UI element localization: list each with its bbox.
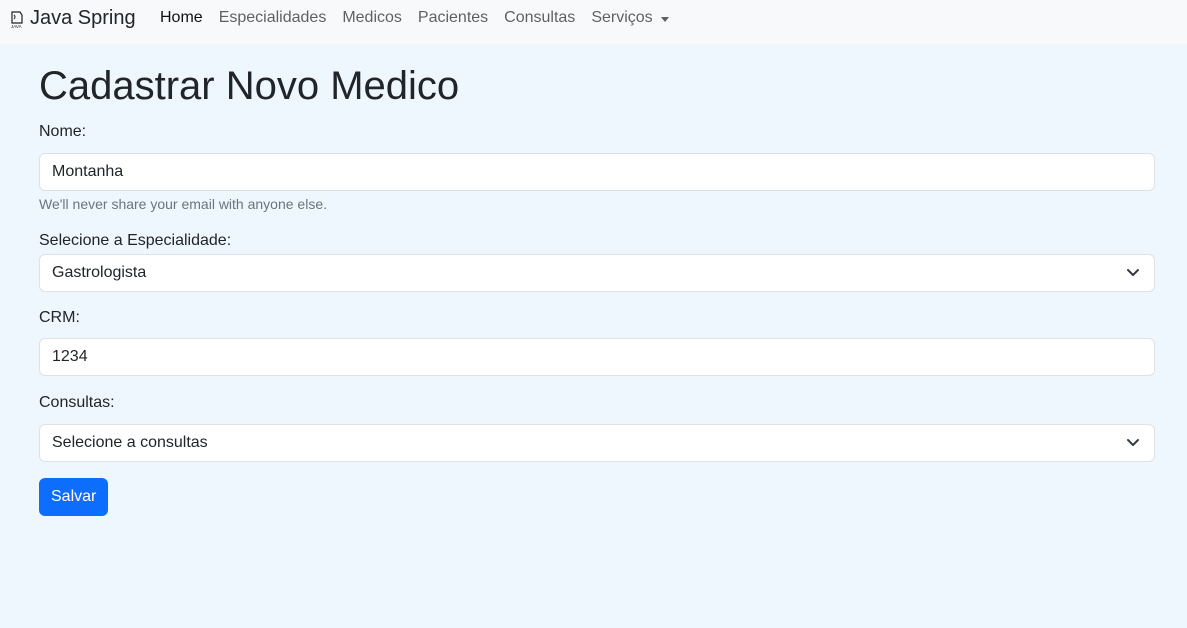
crm-label: CRM: (39, 309, 80, 326)
page-title: Cadastrar Novo Medico (39, 64, 460, 108)
svg-text:JAVA: JAVA (11, 24, 22, 29)
nav-item-especialidades[interactable]: Especialidades (211, 0, 335, 36)
nav-item-servicos-label: Serviços (591, 9, 653, 26)
caret-down-icon (660, 16, 669, 22)
consultas-label: Consultas: (39, 394, 115, 411)
crm-input[interactable] (39, 338, 1155, 376)
nav-links: Home Especialidades Medicos Pacientes Co… (152, 0, 677, 36)
navbar: JAVA Java Spring Home Especialidades Med… (0, 0, 1187, 44)
main-container: Cadastrar Novo Medico Nome: We'll never … (39, 44, 1155, 516)
nav-item-pacientes[interactable]: Pacientes (410, 0, 496, 36)
nav-item-servicos-dropdown[interactable]: Serviços (583, 0, 676, 36)
especialidade-select[interactable]: Gastrologista (39, 254, 1155, 292)
salvar-button[interactable]: Salvar (39, 478, 109, 516)
java-icon: JAVA (11, 11, 23, 29)
nav-item-home[interactable]: Home (152, 0, 211, 36)
nome-input[interactable] (39, 153, 1155, 191)
consultas-select[interactable]: Selecione a consultas (39, 424, 1155, 462)
brand-link[interactable]: JAVA Java Spring (10, 5, 136, 31)
brand-label: Java Spring (30, 7, 136, 29)
chevron-down-icon (1127, 269, 1139, 276)
especialidade-selected-value: Gastrologista (52, 264, 147, 281)
nav-item-consultas[interactable]: Consultas (496, 0, 583, 36)
nav-item-medicos[interactable]: Medicos (334, 0, 410, 36)
consultas-selected-value: Selecione a consultas (52, 434, 208, 451)
nome-help-text: We'll never share your email with anyone… (39, 196, 327, 212)
especialidade-label: Selecione a Especialidade: (39, 232, 232, 249)
nome-label: Nome: (39, 123, 87, 140)
chevron-down-icon (1127, 439, 1139, 446)
